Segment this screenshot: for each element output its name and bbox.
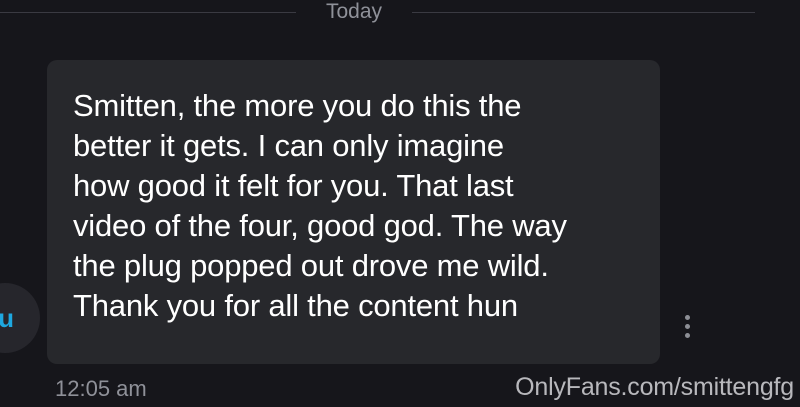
divider-line-left — [0, 12, 296, 13]
watermark: OnlyFans.com/smittengfg — [515, 373, 794, 401]
day-label: Today — [325, 0, 383, 23]
divider-line-right — [412, 12, 755, 13]
avatar-initial: u — [0, 303, 14, 333]
message-timestamp: 12:05 am — [55, 376, 147, 401]
message-bubble[interactable]: Smitten, the more you do this the better… — [47, 60, 660, 364]
message-text: Smitten, the more you do this the better… — [73, 88, 567, 323]
day-divider: Today — [0, 0, 800, 26]
sender-avatar[interactable]: u — [0, 283, 40, 353]
more-options-button[interactable] — [678, 312, 698, 342]
